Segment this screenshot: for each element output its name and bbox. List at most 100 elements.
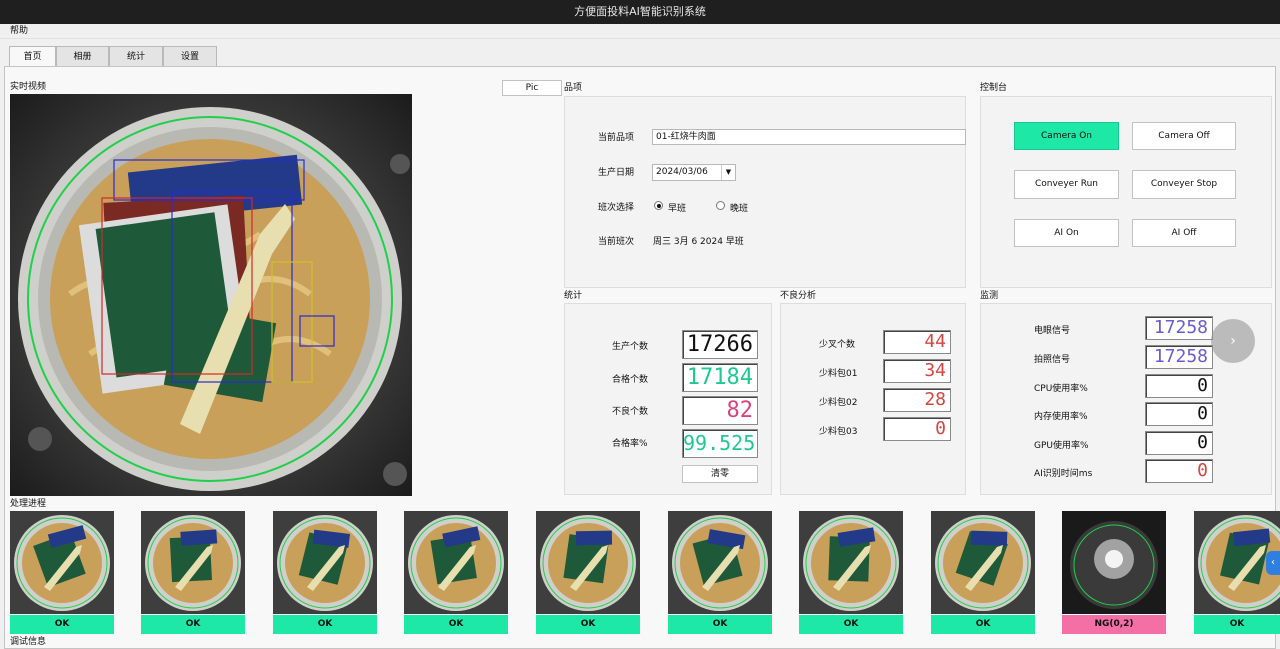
- debug-section-label: 调试信息: [10, 637, 47, 647]
- process-thumbnail[interactable]: [1062, 511, 1166, 614]
- process-thumbnail-image: [1062, 511, 1166, 614]
- monitor-photo-signal-label: 拍照信号: [1034, 355, 1071, 365]
- shift-radio-morning[interactable]: [654, 201, 663, 210]
- process-thumbnail[interactable]: [404, 511, 508, 614]
- process-result-ok-badge: OK: [536, 615, 640, 634]
- defect-missing-pack03-value: 0: [883, 417, 951, 441]
- stats-passed-value: 17184: [682, 363, 758, 392]
- monitor-ai-time-label: AI识别时间ms: [1034, 469, 1093, 479]
- window-title-bar: 方便面投料AI智能识别系统: [0, 0, 1280, 24]
- tab-statistics-label: 统计: [126, 52, 145, 62]
- monitor-gpu-value: 0: [1145, 431, 1213, 455]
- tab-home-label: 首页: [23, 52, 42, 62]
- window-title: 方便面投料AI智能识别系统: [574, 5, 706, 18]
- production-date-label: 生产日期: [598, 168, 635, 178]
- side-expand-chevron-icon[interactable]: ‹: [1266, 551, 1280, 575]
- conveyer-run-button[interactable]: Conveyer Run: [1014, 170, 1119, 199]
- stats-defective-value: 82: [682, 396, 758, 425]
- reset-button[interactable]: 清零: [682, 465, 758, 483]
- process-thumbnail-image: [799, 511, 903, 614]
- defect-missing-pack02-label: 少料包02: [819, 398, 858, 408]
- process-thumbnail[interactable]: [141, 511, 245, 614]
- monitor-cpu-label: CPU使用率%: [1034, 384, 1088, 394]
- tab-album[interactable]: 相册: [56, 46, 109, 66]
- console-section-label: 控制台: [980, 83, 1008, 93]
- shift-evening-label: 晚班: [730, 204, 749, 214]
- process-thumbnail-image: [536, 511, 640, 614]
- conveyer-stop-button[interactable]: Conveyer Stop: [1132, 170, 1236, 199]
- floating-chevron-right-icon[interactable]: ›: [1211, 319, 1255, 363]
- process-result-ng-badge: NG(0,2): [1062, 615, 1166, 634]
- product-panel: [564, 96, 966, 288]
- process-result-ok-badge: OK: [799, 615, 903, 634]
- monitor-eye-signal-label: 电眼信号: [1034, 326, 1071, 336]
- process-thumbnail-image: [668, 511, 772, 614]
- product-section-label: 品项: [564, 83, 583, 93]
- tab-statistics[interactable]: 统计: [109, 46, 163, 66]
- process-thumbnail-image: [141, 511, 245, 614]
- process-section-label: 处理进程: [10, 499, 47, 509]
- current-shift-value: 周三 3月 6 2024 早班: [653, 237, 744, 247]
- monitor-photo-signal-value: 17258: [1145, 345, 1213, 369]
- process-result-ok-badge: OK: [404, 615, 508, 634]
- process-result-ok-badge: OK: [1194, 615, 1280, 634]
- production-date-picker[interactable]: 2024/03/06 ▼: [652, 164, 736, 181]
- process-result-ok-badge: OK: [141, 615, 245, 634]
- defect-missing-pack03-label: 少料包03: [819, 427, 858, 437]
- monitor-ai-time-value: 0: [1145, 459, 1213, 483]
- ai-on-button[interactable]: AI On: [1014, 219, 1119, 247]
- current-item-field[interactable]: 01-红烧牛肉面: [652, 129, 966, 145]
- tab-settings[interactable]: 设置: [163, 46, 217, 66]
- stats-passed-label: 合格个数: [612, 375, 649, 385]
- menu-bar: 帮助: [0, 24, 1280, 39]
- camera-on-button[interactable]: Camera On: [1014, 122, 1119, 150]
- stats-pass-rate-label: 合格率%: [612, 439, 648, 449]
- process-thumbnail[interactable]: [10, 511, 114, 614]
- shift-radio-evening[interactable]: [716, 201, 725, 210]
- process-result-ok-badge: OK: [931, 615, 1035, 634]
- process-thumbnail-image: [931, 511, 1035, 614]
- stats-defective-label: 不良个数: [612, 407, 649, 417]
- shift-select-label: 班次选择: [598, 203, 635, 213]
- stats-pass-rate-value: 99.525: [682, 429, 758, 458]
- chevron-down-icon[interactable]: ▼: [721, 165, 735, 180]
- monitor-memory-value: 0: [1145, 402, 1213, 426]
- process-thumbnail[interactable]: [668, 511, 772, 614]
- tab-home[interactable]: 首页: [9, 46, 56, 67]
- monitor-gpu-label: GPU使用率%: [1034, 441, 1089, 451]
- process-result-ok-badge: OK: [668, 615, 772, 634]
- monitor-memory-label: 内存使用率%: [1034, 412, 1088, 422]
- monitor-eye-signal-value: 17258: [1145, 316, 1213, 340]
- monitor-cpu-value: 0: [1145, 374, 1213, 398]
- current-shift-label: 当前班次: [598, 237, 635, 247]
- process-thumbnail-image: [1194, 511, 1280, 614]
- menu-help[interactable]: 帮助: [10, 26, 28, 36]
- live-video-image: [10, 94, 412, 496]
- process-thumbnail[interactable]: [931, 511, 1035, 614]
- defect-missing-pack01-label: 少料包01: [819, 369, 858, 379]
- process-result-ok-badge: OK: [273, 615, 377, 634]
- process-thumbnail[interactable]: [273, 511, 377, 614]
- shift-morning-label: 早班: [668, 204, 687, 214]
- tab-album-label: 相册: [73, 52, 92, 62]
- defects-section-label: 不良分析: [780, 291, 817, 301]
- process-thumbnail[interactable]: [536, 511, 640, 614]
- stats-produced-value: 17266: [682, 330, 758, 359]
- current-item-label: 当前品项: [598, 133, 635, 143]
- tab-settings-label: 设置: [180, 52, 199, 62]
- process-thumbnail-image: [273, 511, 377, 614]
- stats-produced-label: 生产个数: [612, 342, 649, 352]
- defect-missing-fork-label: 少叉个数: [819, 340, 856, 350]
- process-thumbnail[interactable]: [799, 511, 903, 614]
- ai-off-button[interactable]: AI Off: [1132, 219, 1236, 247]
- production-date-value: 2024/03/06: [656, 167, 708, 177]
- defect-missing-fork-value: 44: [883, 330, 951, 354]
- camera-off-button[interactable]: Camera Off: [1132, 122, 1236, 150]
- pic-button[interactable]: Pic: [502, 80, 562, 96]
- process-thumbnail-image: [10, 511, 114, 614]
- process-result-ok-badge: OK: [10, 615, 114, 634]
- video-section-label: 实时视频: [10, 82, 47, 92]
- stats-section-label: 统计: [564, 291, 583, 301]
- live-video-frame: [10, 94, 412, 496]
- process-thumbnail-image: [404, 511, 508, 614]
